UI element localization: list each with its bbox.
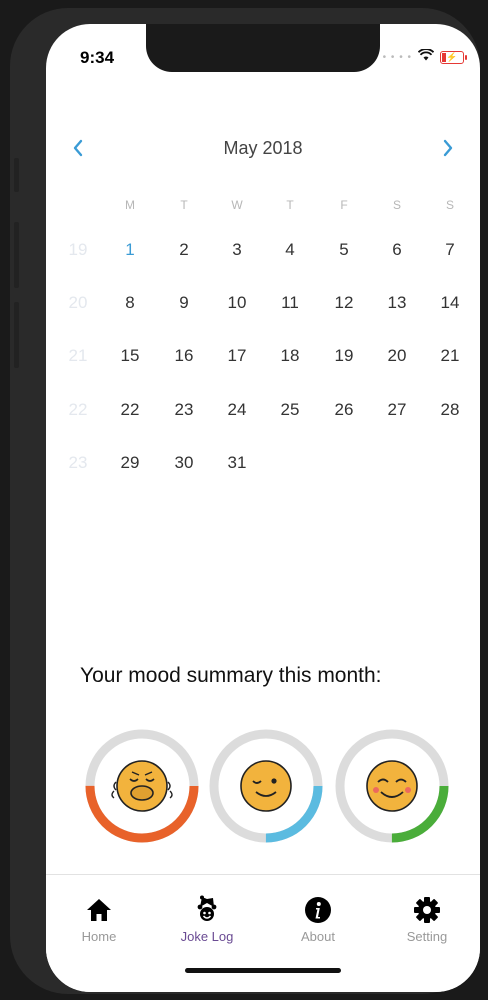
home-icon [84, 895, 114, 925]
phone-frame: 9:34 • • • • ⚡ May 2018 MTWTFSS 19 1 2 3 4 5 6… [10, 8, 480, 994]
calendar-day[interactable]: 5 [324, 235, 364, 265]
jester-icon [192, 895, 222, 925]
weekday-label: W [231, 198, 243, 212]
info-icon [303, 895, 333, 925]
status-icons: • • • • ⚡ [382, 48, 467, 66]
week-number: 22 [68, 400, 88, 419]
weekday-label: T [180, 198, 188, 212]
next-month-button[interactable] [436, 134, 460, 162]
calendar-day[interactable]: 24 [217, 395, 257, 425]
calendar-day[interactable]: 18 [270, 341, 310, 371]
battery-icon: ⚡ [440, 50, 467, 64]
calendar-day[interactable]: 21 [430, 341, 470, 371]
tab-setting[interactable]: Setting [382, 895, 472, 944]
week-number: 19 [68, 240, 88, 259]
mood-ring [206, 726, 326, 846]
weekday-label: M [125, 198, 135, 212]
tab-home[interactable]: Home [54, 895, 144, 944]
mood-ring [332, 726, 452, 846]
tab-about[interactable]: About [273, 895, 363, 944]
signal-icon: • • • • [382, 51, 412, 63]
calendar-day[interactable]: 3 [217, 235, 257, 265]
calendar-day[interactable]: 11 [270, 288, 310, 318]
calendar-day[interactable]: 12 [324, 288, 364, 318]
tab-bar: Home Joke Log About Setting [46, 874, 480, 992]
mute-switch [14, 158, 19, 192]
calendar-day[interactable]: 19 [324, 341, 364, 371]
calendar-day[interactable]: 10 [217, 288, 257, 318]
calendar-header: May 2018 [46, 132, 480, 166]
calendar-day[interactable]: 2 [164, 235, 204, 265]
tab-joke-log[interactable]: Joke Log [162, 895, 252, 944]
app-screen: 9:34 • • • • ⚡ May 2018 MTWTFSS 19 1 2 3 4 5 6… [46, 24, 480, 992]
calendar-day[interactable]: 23 [164, 395, 204, 425]
notch [146, 24, 380, 72]
tab-label: Joke Log [180, 929, 234, 944]
weekday-label: S [392, 198, 401, 212]
week-number: 21 [68, 346, 88, 365]
volume-down-button [14, 302, 19, 368]
wifi-icon [417, 48, 435, 66]
calendar-day[interactable]: 13 [377, 288, 417, 318]
calendar-day[interactable]: 14 [430, 288, 470, 318]
weekday-label: S [445, 198, 454, 212]
home-indicator[interactable] [185, 968, 341, 973]
status-time: 9:34 [80, 48, 115, 67]
calendar-day[interactable]: 7 [430, 235, 470, 265]
calendar-day[interactable]: 1 [110, 235, 150, 265]
weekday-label: T [286, 198, 294, 212]
tab-label: Setting [406, 929, 448, 944]
calendar-day[interactable]: 30 [164, 448, 204, 478]
smiling-face-icon [366, 760, 418, 812]
calendar-day[interactable]: 6 [377, 235, 417, 265]
calendar-day[interactable]: 20 [377, 341, 417, 371]
tab-label: About [301, 929, 335, 944]
gear-icon [412, 895, 442, 925]
tab-label: Home [81, 929, 117, 944]
calendar-day[interactable]: 16 [164, 341, 204, 371]
calendar-day[interactable]: 31 [217, 448, 257, 478]
calendar-day[interactable]: 17 [217, 341, 257, 371]
week-number: 20 [68, 293, 88, 312]
chevron-right-icon [443, 139, 453, 157]
weekday-label: F [340, 198, 348, 212]
calendar-day[interactable]: 27 [377, 395, 417, 425]
calendar-day[interactable]: 28 [430, 395, 470, 425]
calendar-day[interactable]: 29 [110, 448, 150, 478]
calendar-day[interactable]: 26 [324, 395, 364, 425]
sick-face-icon [111, 760, 173, 812]
calendar-day[interactable]: 8 [110, 288, 150, 318]
week-number: 23 [68, 453, 88, 472]
calendar-day[interactable]: 22 [110, 395, 150, 425]
mood-summary-title: Your mood summary this month: [80, 664, 382, 687]
calendar-day[interactable]: 15 [110, 341, 150, 371]
winking-face-icon [240, 760, 292, 812]
mood-ring [82, 726, 202, 846]
month-title: May 2018 [223, 138, 303, 158]
calendar-day[interactable]: 4 [270, 235, 310, 265]
volume-up-button [14, 222, 19, 288]
calendar-day[interactable]: 9 [164, 288, 204, 318]
calendar-day[interactable]: 25 [270, 395, 310, 425]
